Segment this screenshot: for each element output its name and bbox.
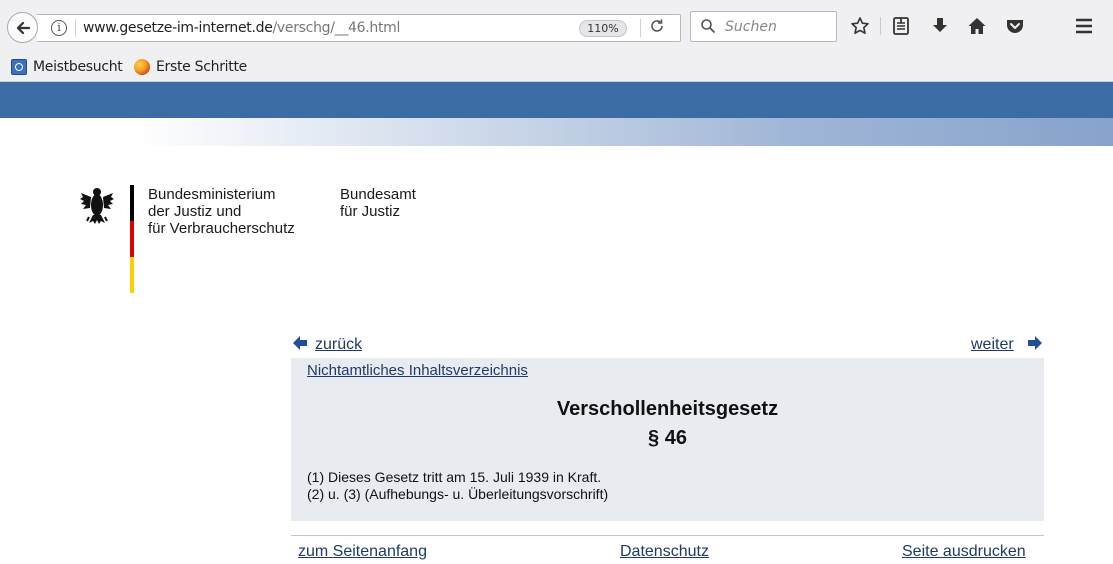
bookmark-label: Erste Schritte bbox=[156, 59, 247, 75]
privacy-link[interactable]: Datenschutz bbox=[620, 543, 709, 561]
header-band bbox=[0, 82, 1113, 118]
url-host: www.gesetze-im-internet.de bbox=[83, 20, 273, 36]
firefox-icon bbox=[134, 59, 150, 75]
home-icon[interactable] bbox=[966, 15, 988, 37]
office-name: Bundesamt für Justiz bbox=[340, 186, 416, 220]
search-icon bbox=[701, 19, 715, 33]
url-separator bbox=[75, 19, 76, 37]
back-arrow-icon bbox=[16, 21, 30, 34]
arrow-left-icon[interactable] bbox=[292, 335, 308, 351]
zoom-badge[interactable]: 110% bbox=[579, 20, 627, 37]
bookmark-erste-schritte[interactable]: Erste Schritte bbox=[134, 58, 247, 76]
menu-icon[interactable] bbox=[1073, 15, 1095, 37]
search-input[interactable]: Suchen bbox=[690, 11, 837, 42]
ministry-name: Bundesministerium der Justiz und für Ver… bbox=[148, 186, 295, 237]
back-button[interactable] bbox=[7, 12, 38, 43]
header-gradient bbox=[0, 118, 1113, 146]
star-icon[interactable] bbox=[849, 15, 871, 37]
flag-stripe-gold bbox=[130, 257, 134, 293]
ministry-line: der Justiz und bbox=[148, 203, 242, 220]
search-placeholder: Suchen bbox=[725, 19, 777, 35]
info-icon[interactable]: i bbox=[51, 20, 67, 36]
back-link[interactable]: zurück bbox=[315, 336, 362, 354]
ministry-line: für Verbraucherschutz bbox=[148, 220, 295, 237]
toolbar-separator bbox=[880, 17, 881, 35]
address-bar[interactable]: i www.gesetze-im-internet.de/verschg/__4… bbox=[37, 14, 681, 42]
bookmark-meistbesucht[interactable]: Meistbesucht bbox=[11, 58, 123, 76]
paragraph: (1) Dieses Gesetz tritt am 15. Juli 1939… bbox=[307, 469, 602, 485]
office-line: für Justiz bbox=[340, 203, 401, 220]
url-text[interactable]: www.gesetze-im-internet.de/verschg/__46.… bbox=[83, 20, 400, 36]
reload-icon[interactable] bbox=[649, 18, 665, 39]
footer-divider bbox=[291, 535, 1044, 536]
paragraph: (2) u. (3) (Aufhebungs- u. Überleitungsv… bbox=[307, 486, 609, 502]
flag-stripe-red bbox=[130, 221, 134, 257]
bookmark-folder-icon bbox=[11, 59, 27, 75]
to-top-link[interactable]: zum Seitenanfang bbox=[298, 543, 427, 561]
ministry-line: Bundesministerium bbox=[148, 186, 276, 203]
pocket-icon[interactable] bbox=[1004, 15, 1026, 37]
print-link[interactable]: Seite ausdrucken bbox=[902, 543, 1026, 561]
bookmark-label: Meistbesucht bbox=[33, 59, 123, 75]
federal-eagle-icon bbox=[80, 188, 114, 224]
law-content: Nichtamtliches Inhaltsverzeichnis Versch… bbox=[291, 358, 1044, 521]
section-number: § 46 bbox=[648, 427, 687, 449]
next-link[interactable]: weiter bbox=[971, 336, 1014, 354]
law-title: Verschollenheitsgesetz bbox=[556, 398, 779, 420]
flag-stripe-black bbox=[130, 185, 134, 221]
toc-link[interactable]: Nichtamtliches Inhaltsverzeichnis bbox=[307, 362, 528, 379]
download-icon[interactable] bbox=[929, 15, 951, 37]
url-path: /verschg/__46.html bbox=[272, 20, 401, 36]
reload-separator bbox=[640, 19, 641, 37]
reading-list-icon[interactable] bbox=[890, 15, 912, 37]
office-line: Bundesamt bbox=[340, 186, 416, 203]
arrow-right-icon[interactable] bbox=[1027, 335, 1043, 351]
